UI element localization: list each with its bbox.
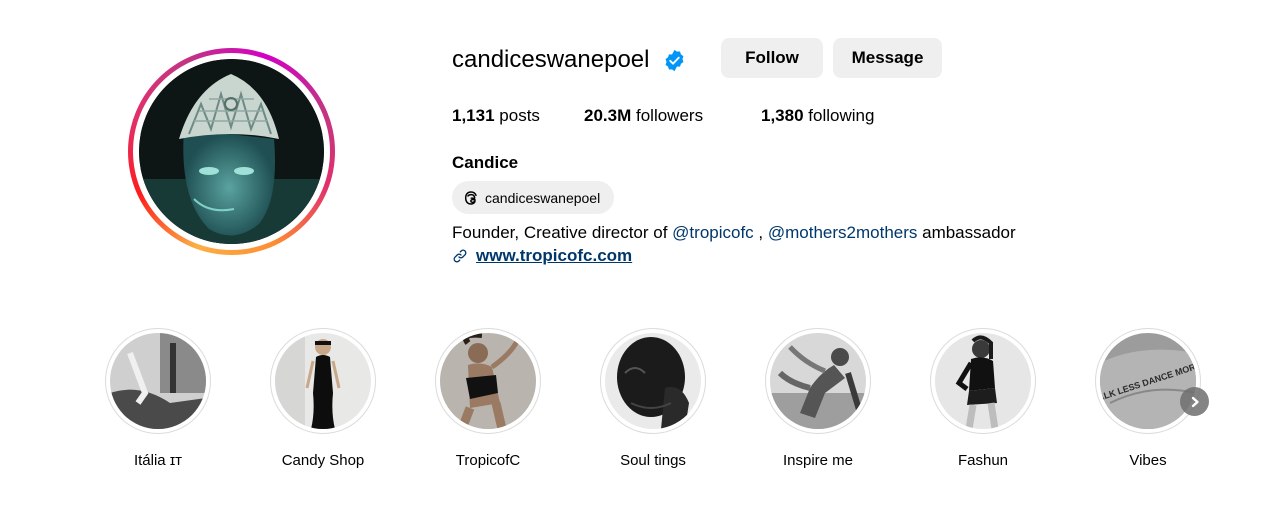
highlight-label: Soul tings xyxy=(620,452,686,469)
message-button[interactable]: Message xyxy=(833,38,942,78)
highlight-ring xyxy=(600,328,706,434)
highlight-label: Vibes xyxy=(1129,452,1167,469)
posts-stat: 1,131 posts xyxy=(452,104,540,128)
highlights-next-button[interactable] xyxy=(1180,387,1209,416)
highlight-item[interactable]: Inspire me xyxy=(765,328,873,469)
website-row[interactable]: www.tropicofc.com xyxy=(452,245,632,267)
highlight-ring xyxy=(930,328,1036,434)
followers-stat[interactable]: 20.3M followers xyxy=(584,104,703,128)
bio-separator: , xyxy=(753,223,768,242)
profile-avatar-story-ring[interactable] xyxy=(128,48,335,255)
verified-badge-icon xyxy=(665,49,684,72)
link-icon xyxy=(453,249,467,263)
bio-mention-tropicofc[interactable]: @tropicofc xyxy=(672,223,754,242)
posts-count: 1,131 xyxy=(452,106,495,125)
profile-bio: Founder, Creative director of @tropicofc… xyxy=(452,222,1016,244)
highlight-ring: TALK LESS DANCE MORE xyxy=(1095,328,1201,434)
posts-label: posts xyxy=(499,106,540,125)
highlight-ring xyxy=(435,328,541,434)
follow-button[interactable]: Follow xyxy=(721,38,823,78)
highlight-item[interactable]: Soul tings xyxy=(600,328,708,469)
bio-suffix: ambassador xyxy=(917,223,1016,242)
followers-label: followers xyxy=(635,106,704,125)
threads-icon xyxy=(464,190,477,205)
highlight-cover xyxy=(770,333,866,429)
highlight-ring xyxy=(105,328,211,434)
highlight-cover xyxy=(935,333,1031,429)
profile-full-name: Candice xyxy=(452,153,519,172)
avatar-artwork xyxy=(139,59,324,244)
highlight-ring xyxy=(270,328,376,434)
threads-link[interactable]: candiceswanepoel xyxy=(452,181,614,214)
highlight-item[interactable]: TALK LESS DANCE MORE Vibes xyxy=(1095,328,1203,469)
chevron-right-icon xyxy=(1191,396,1199,407)
highlight-item[interactable]: Fashun xyxy=(930,328,1038,469)
highlight-item[interactable]: Itália ɪᴛ xyxy=(105,328,213,469)
highlight-label: Candy Shop xyxy=(281,452,365,469)
following-label: following xyxy=(808,106,875,125)
bio-mention-mothers2mothers[interactable]: @mothers2mothers xyxy=(768,223,918,242)
highlight-label: TropicofC xyxy=(455,452,521,469)
website-link[interactable]: www.tropicofc.com xyxy=(476,245,632,267)
highlight-cover xyxy=(605,333,701,429)
followers-count: 20.3M xyxy=(584,106,632,125)
highlight-label: Itália ɪᴛ xyxy=(133,452,183,469)
highlight-cover xyxy=(275,333,371,429)
highlight-item[interactable]: Candy Shop xyxy=(270,328,378,469)
following-stat[interactable]: 1,380 following xyxy=(761,104,874,128)
highlight-cover: TALK LESS DANCE MORE xyxy=(1100,333,1196,429)
highlight-ring xyxy=(765,328,871,434)
highlight-label: Fashun xyxy=(957,452,1009,469)
highlight-label: Inspire me xyxy=(782,452,854,469)
following-count: 1,380 xyxy=(761,106,804,125)
profile-username: candiceswanepoel xyxy=(452,46,650,73)
highlight-item[interactable]: TropicofC xyxy=(435,328,543,469)
threads-handle: candiceswanepoel xyxy=(485,189,601,206)
profile-avatar[interactable] xyxy=(139,59,324,244)
highlight-cover xyxy=(440,333,536,429)
bio-prefix: Founder, Creative director of xyxy=(452,223,673,242)
highlight-cover xyxy=(110,333,206,429)
